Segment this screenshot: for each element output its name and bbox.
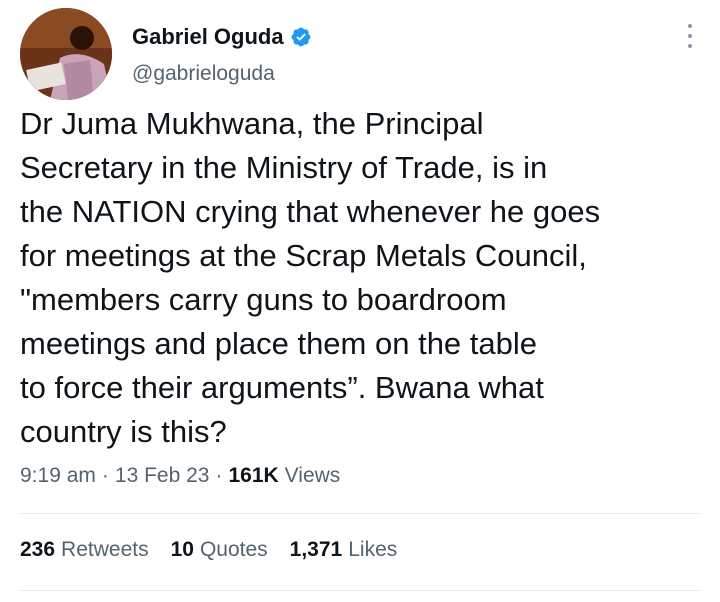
- verified-badge-icon: [290, 26, 312, 48]
- author-handle[interactable]: @gabrieloguda: [132, 62, 275, 86]
- tweet-time[interactable]: 9:19 am: [20, 464, 96, 488]
- engagement-stats: 236 Retweets 10 Quotes 1,371 Likes: [20, 538, 397, 562]
- views-count: 161K: [228, 464, 279, 487]
- quotes-label: Quotes: [199, 538, 268, 561]
- quotes-count: 10: [170, 538, 194, 561]
- retweets-stat[interactable]: 236 Retweets: [20, 538, 149, 562]
- likes-count: 1,371: [289, 538, 343, 561]
- avatar-image: [20, 8, 112, 100]
- avatar[interactable]: [20, 8, 112, 100]
- meta-separator: ·: [101, 464, 109, 487]
- author-name[interactable]: Gabriel Oguda: [132, 24, 284, 50]
- retweets-label: Retweets: [61, 538, 149, 561]
- divider: [20, 590, 700, 591]
- divider: [20, 513, 700, 514]
- more-options-icon[interactable]: [686, 24, 694, 48]
- likes-label: Likes: [348, 538, 398, 561]
- views-label: Views: [284, 464, 341, 487]
- retweets-count: 236: [20, 538, 56, 561]
- quotes-stat[interactable]: 10 Quotes: [171, 538, 268, 562]
- tweet-text: Dr Juma Mukhwana, the Principal Secretar…: [20, 106, 601, 449]
- author-name-row: Gabriel Oguda: [132, 24, 312, 50]
- tweet-date[interactable]: 13 Feb 23: [115, 464, 210, 488]
- meta-separator: ·: [215, 464, 223, 487]
- likes-stat[interactable]: 1,371 Likes: [290, 538, 398, 562]
- tweet-meta: 9:19 am · 13 Feb 23 · 161K Views: [20, 464, 340, 488]
